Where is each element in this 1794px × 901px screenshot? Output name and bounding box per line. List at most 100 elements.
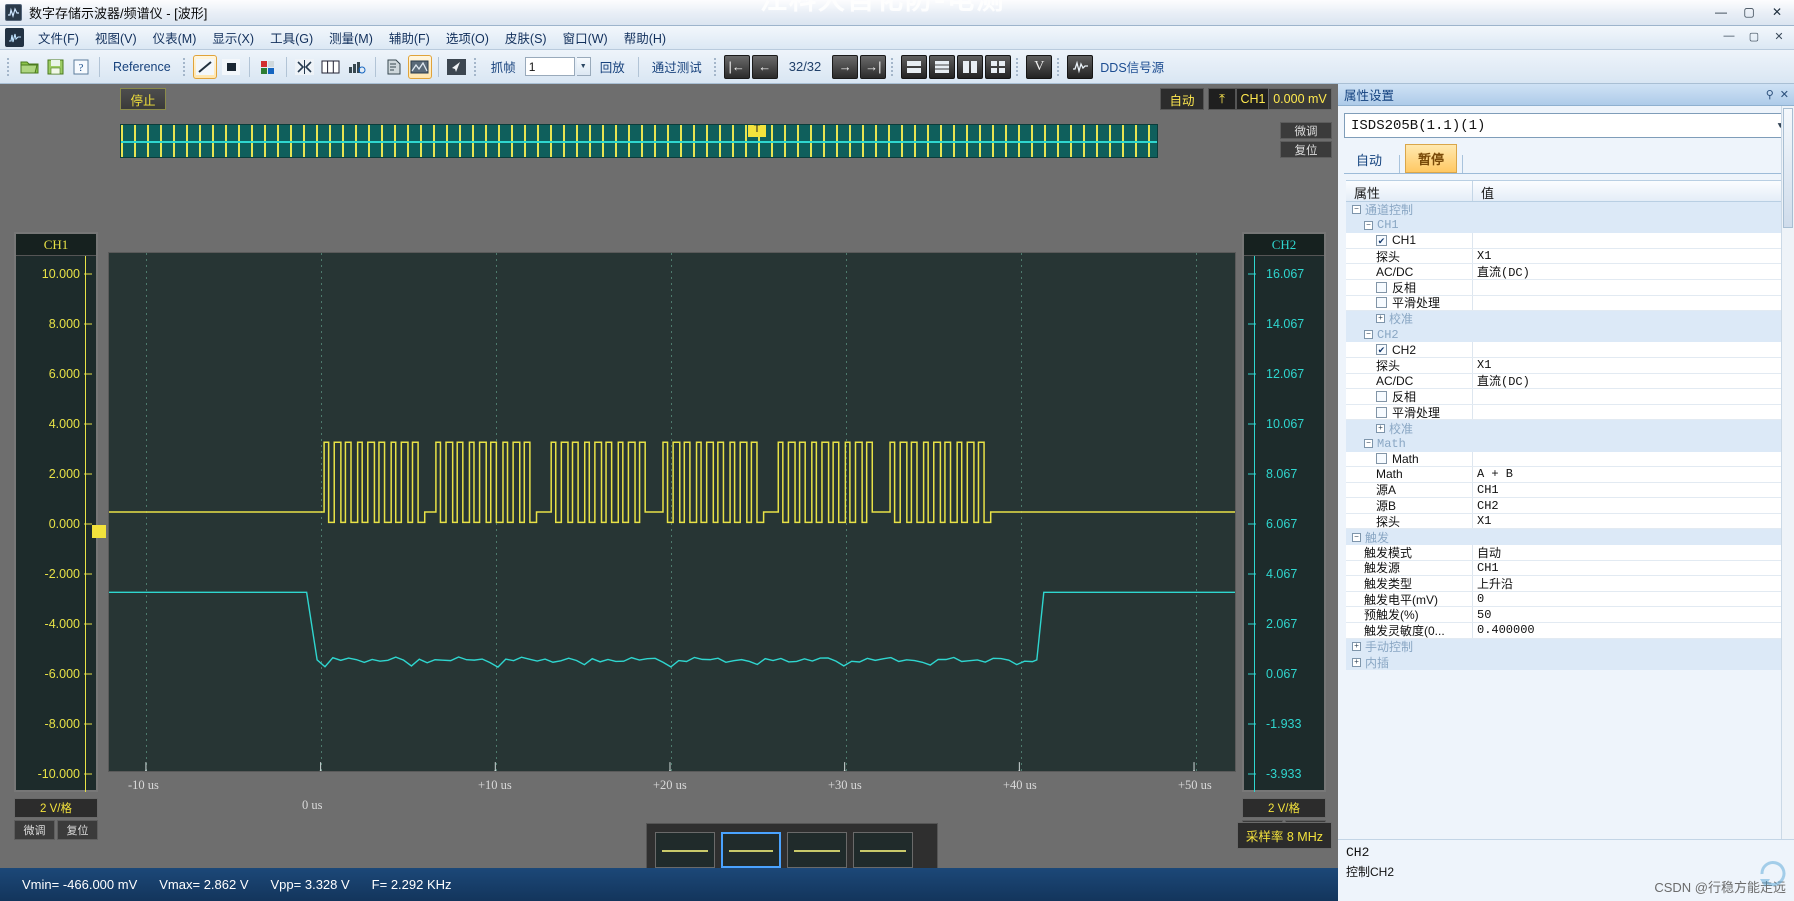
property-value-cell[interactable]: A + B — [1473, 467, 1790, 481]
property-group-row[interactable]: + 手动控制 — [1346, 638, 1790, 655]
property-value-cell[interactable]: 直流(DC) — [1473, 372, 1790, 389]
collapse-icon[interactable]: − — [1352, 532, 1361, 542]
ch1-fine-button[interactable]: 微调 — [14, 820, 55, 840]
maximize-button[interactable]: ▢ — [1736, 2, 1762, 22]
toolbar-gripper-5[interactable] — [891, 56, 897, 77]
checkbox-unchecked[interactable] — [1376, 297, 1387, 309]
pin-icon[interactable]: ⚲ — [1766, 88, 1774, 101]
plot-canvas[interactable]: T — [108, 252, 1236, 772]
property-value-cell[interactable]: X1 — [1473, 358, 1790, 372]
property-row[interactable]: Math A + B — [1346, 467, 1790, 483]
voltmeter-icon[interactable]: V — [1026, 54, 1053, 79]
collapse-icon[interactable]: − — [1364, 330, 1373, 340]
go-first-icon[interactable]: |← — [723, 54, 750, 79]
property-row[interactable]: 反相 — [1346, 389, 1790, 405]
property-group-row[interactable]: − CH2 — [1346, 326, 1790, 343]
thumbnail-1[interactable] — [655, 832, 715, 868]
auto-mode-indicator[interactable]: 自动 — [1160, 88, 1204, 110]
close-icon[interactable]: ✕ — [1780, 88, 1789, 101]
layout-split-icon[interactable] — [957, 54, 984, 79]
scrollbar-thumb[interactable] — [1783, 108, 1793, 228]
property-row[interactable]: 反相 — [1346, 279, 1790, 296]
checkbox-unchecked[interactable] — [1376, 453, 1387, 465]
property-value-cell[interactable]: X1 — [1473, 514, 1790, 528]
toolbar-gripper-4[interactable] — [713, 56, 719, 77]
property-value-cell[interactable]: 上升沿 — [1473, 575, 1790, 592]
property-row[interactable]: 平滑处理 — [1346, 404, 1790, 421]
close-button[interactable]: ✕ — [1764, 2, 1790, 22]
menu-item-view[interactable]: 视图(V) — [87, 25, 145, 50]
property-row[interactable]: 触发类型 上升沿 — [1346, 576, 1790, 592]
tab-pause[interactable]: 暂停 — [1405, 144, 1458, 173]
property-row[interactable]: ✔ CH1 — [1346, 233, 1790, 249]
layout-stack-icon[interactable] — [901, 54, 928, 79]
property-group-row[interactable]: − 通道控制 — [1346, 202, 1790, 218]
device-select[interactable]: ISDS205B(1.1)(1) ▼ — [1344, 113, 1788, 138]
go-last-icon[interactable]: →| — [860, 54, 887, 79]
bar-chart-icon[interactable] — [345, 55, 369, 79]
toolbar-gripper-2[interactable] — [182, 56, 188, 77]
menu-item-help[interactable]: 帮助(H) — [616, 25, 674, 50]
property-group-row[interactable]: + 校准 — [1346, 420, 1790, 437]
stop-status-button[interactable]: 停止 — [120, 88, 166, 110]
ch1-voltdiv-label[interactable]: 2 V/格 — [14, 798, 98, 818]
go-prev-icon[interactable]: ← — [751, 54, 778, 79]
properties-scrollbar[interactable] — [1781, 106, 1794, 839]
checkbox-unchecked[interactable] — [1376, 406, 1387, 418]
pointer-arrow-icon[interactable] — [445, 55, 469, 79]
property-group-row[interactable]: − 触发 — [1346, 529, 1790, 546]
menu-item-file[interactable]: 文件(F) — [30, 25, 87, 50]
property-value-cell[interactable]: 0 — [1473, 592, 1790, 606]
property-value-cell[interactable]: 0.400000 — [1473, 623, 1790, 637]
checkbox-checked[interactable]: ✔ — [1376, 344, 1387, 356]
open-folder-icon[interactable] — [17, 55, 41, 79]
property-value-cell[interactable]: X1 — [1473, 249, 1790, 263]
layout-grid-icon[interactable] — [985, 54, 1012, 79]
menu-item-display[interactable]: 显示(X) — [204, 25, 262, 50]
filled-square-icon[interactable] — [219, 55, 243, 79]
checkbox-unchecked[interactable] — [1376, 281, 1387, 293]
property-value-cell[interactable]: CH2 — [1473, 499, 1790, 513]
toolbar-gripper-3[interactable] — [473, 56, 479, 77]
menu-item-tools[interactable]: 工具(G) — [262, 25, 321, 50]
tab-auto[interactable]: 自动 — [1344, 146, 1394, 173]
property-group-row[interactable]: + 内插 — [1346, 654, 1790, 671]
diagonal-line-icon[interactable] — [192, 54, 217, 79]
timeline-fine-button[interactable]: 微调 — [1280, 122, 1332, 139]
property-value-cell[interactable]: CH1 — [1473, 561, 1790, 575]
checkbox-unchecked[interactable] — [1376, 390, 1387, 402]
expand-icon[interactable]: + — [1352, 657, 1361, 667]
timeline-strip[interactable]: T — [120, 124, 1158, 158]
color-palette-icon[interactable] — [256, 55, 280, 79]
property-row[interactable]: 触发模式 自动 — [1346, 545, 1790, 561]
property-group-row[interactable]: − CH1 — [1346, 217, 1790, 234]
resize-grip-icon[interactable] — [1758, 859, 1788, 889]
thumbnail-2-selected[interactable] — [721, 832, 781, 868]
menu-item-skin[interactable]: 皮肤(S) — [497, 25, 555, 50]
checkbox-checked[interactable]: ✔ — [1376, 234, 1387, 246]
help-icon[interactable]: ? — [69, 55, 93, 79]
go-next-icon[interactable]: → — [832, 54, 859, 79]
timeline-reset-button[interactable]: 复位 — [1280, 141, 1332, 158]
property-row[interactable]: 源A CH1 — [1346, 482, 1790, 499]
dds-source-label[interactable]: DDS信号源 — [1095, 57, 1164, 76]
ch1-ground-marker[interactable] — [92, 525, 106, 538]
property-group-row[interactable]: + 校准 — [1346, 311, 1790, 327]
replay-button[interactable]: 回放 — [593, 57, 632, 76]
collapse-icon[interactable]: − — [1352, 205, 1361, 215]
menu-item-window[interactable]: 窗口(W) — [555, 25, 616, 50]
menu-item-meter[interactable]: 仪表(M) — [145, 25, 205, 50]
property-row[interactable]: Math — [1346, 451, 1790, 468]
collapse-icon[interactable]: − — [1364, 220, 1373, 230]
property-row[interactable]: 探头 X1 — [1346, 513, 1790, 530]
frame-input[interactable] — [524, 57, 575, 76]
timeline-trigger-marker[interactable]: T — [748, 125, 766, 137]
expand-icon[interactable]: + — [1376, 314, 1385, 324]
collapse-icon[interactable]: − — [1364, 439, 1373, 449]
pass-test-button[interactable]: 通过测试 — [645, 57, 709, 76]
menu-item-assist[interactable]: 辅助(F) — [381, 25, 438, 50]
mdi-close-button[interactable]: ✕ — [1768, 27, 1790, 45]
mdi-restore-button[interactable]: ▢ — [1743, 27, 1765, 45]
image-icon[interactable] — [407, 54, 432, 79]
minimize-button[interactable]: — — [1708, 2, 1734, 22]
